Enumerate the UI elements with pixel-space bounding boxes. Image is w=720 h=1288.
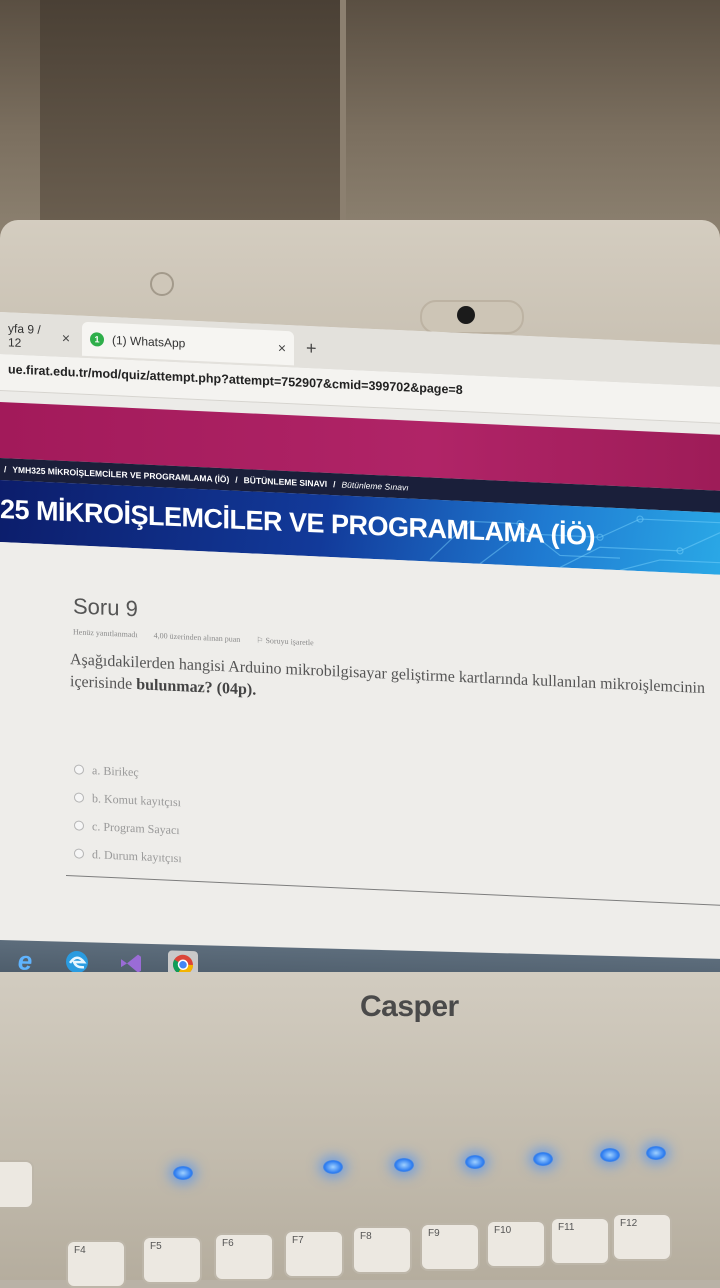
key-f12[interactable]: F12: [612, 1213, 672, 1261]
key-f8[interactable]: F8: [352, 1226, 412, 1274]
tab-quiz[interactable]: yfa 9 / 12 ×: [0, 318, 78, 356]
status-led-icon: [173, 1166, 193, 1180]
option-label: d. Durum kayıtçısı: [92, 846, 182, 865]
answer-options: a. Birikeç b. Komut kayıtçısı c. Program…: [74, 755, 182, 872]
breadcrumb-separator: /: [4, 464, 7, 475]
radio-button[interactable]: [74, 820, 84, 831]
divider: [66, 874, 720, 906]
question-text-emphasis: bulunmaz? (04p).: [136, 676, 257, 699]
radio-button[interactable]: [74, 764, 84, 775]
status-led-icon: [465, 1155, 485, 1169]
radio-button[interactable]: [74, 848, 84, 859]
door-panel: [40, 0, 346, 230]
tab-label: yfa 9 / 12: [8, 321, 41, 350]
answer-status: Henüz yanıtlanmadı: [73, 627, 138, 640]
tab-label: (1) WhatsApp: [112, 333, 186, 351]
breadcrumb-separator: /: [235, 474, 238, 485]
webcam-icon: [457, 306, 475, 324]
key-f6[interactable]: F6: [214, 1233, 274, 1281]
radio-button[interactable]: [74, 792, 84, 803]
breadcrumb-separator: /: [333, 479, 336, 490]
whatsapp-badge-icon: 1: [90, 332, 104, 347]
key-f4[interactable]: F4: [66, 1240, 126, 1288]
option-d[interactable]: d. Durum kayıtçısı: [74, 839, 182, 872]
flag-question-link[interactable]: ⚐ Soruyu işaretle: [256, 636, 313, 648]
status-led-icon: [600, 1148, 620, 1162]
question-info: Henüz yanıtlanmadı 4,00 üzerinden alınan…: [73, 627, 314, 647]
new-tab-button[interactable]: +: [306, 338, 317, 359]
breadcrumb-exam-section[interactable]: BÜTÜNLEME SINAVI: [244, 475, 327, 489]
question-number: Soru 9: [73, 593, 138, 622]
bezel-button: [150, 272, 174, 296]
option-label: a. Birikeç: [92, 762, 139, 779]
flag-label: Soruyu işaretle: [265, 636, 314, 648]
laptop-screen: yfa 9 / 12 × 1 (1) WhatsApp × + ue.firat…: [0, 312, 720, 1013]
question-text: Aşağıdakilerden hangisi Arduino mikrobil…: [70, 649, 710, 722]
background-wall: [0, 0, 720, 240]
key-f10[interactable]: F10: [486, 1220, 546, 1268]
key-f7[interactable]: F7: [284, 1230, 344, 1278]
status-led-icon: [533, 1152, 553, 1166]
close-icon[interactable]: ×: [278, 340, 286, 356]
key-f9[interactable]: F9: [420, 1223, 480, 1271]
breadcrumb-exam[interactable]: Bütünleme Sınavı: [341, 480, 408, 493]
internet-explorer-icon[interactable]: e: [10, 945, 40, 975]
option-label: b. Komut kayıtçısı: [92, 790, 181, 809]
status-led-icon: [323, 1160, 343, 1174]
question-points: 4,00 üzerinden alınan puan: [153, 630, 241, 644]
key-f5[interactable]: F5: [142, 1236, 202, 1284]
status-led-icon: [646, 1146, 666, 1160]
close-icon[interactable]: ×: [62, 330, 70, 346]
power-key[interactable]: [0, 1160, 34, 1209]
key-f11[interactable]: F11: [550, 1217, 610, 1265]
brand-logo: Casper: [360, 990, 459, 1023]
status-led-icon: [394, 1158, 414, 1172]
option-label: c. Program Sayacı: [92, 818, 180, 837]
